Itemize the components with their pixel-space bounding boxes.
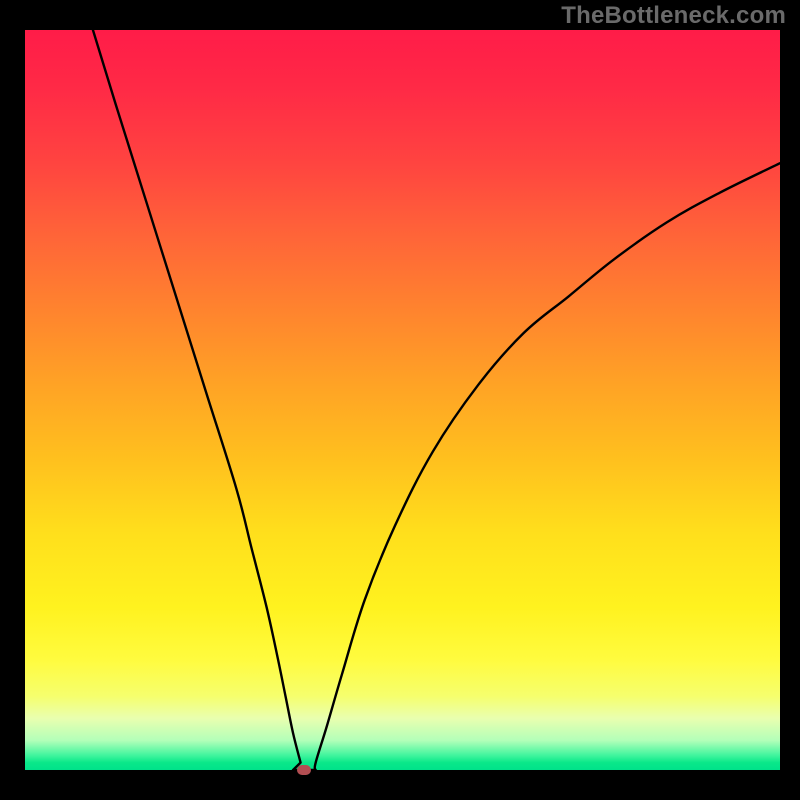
chart-container: TheBottleneck.com [0, 0, 800, 800]
watermark-text: TheBottleneck.com [561, 2, 786, 30]
plot-area [25, 30, 780, 770]
curve-path [93, 30, 780, 770]
marker-dot [297, 765, 311, 775]
curve-svg [25, 30, 780, 770]
